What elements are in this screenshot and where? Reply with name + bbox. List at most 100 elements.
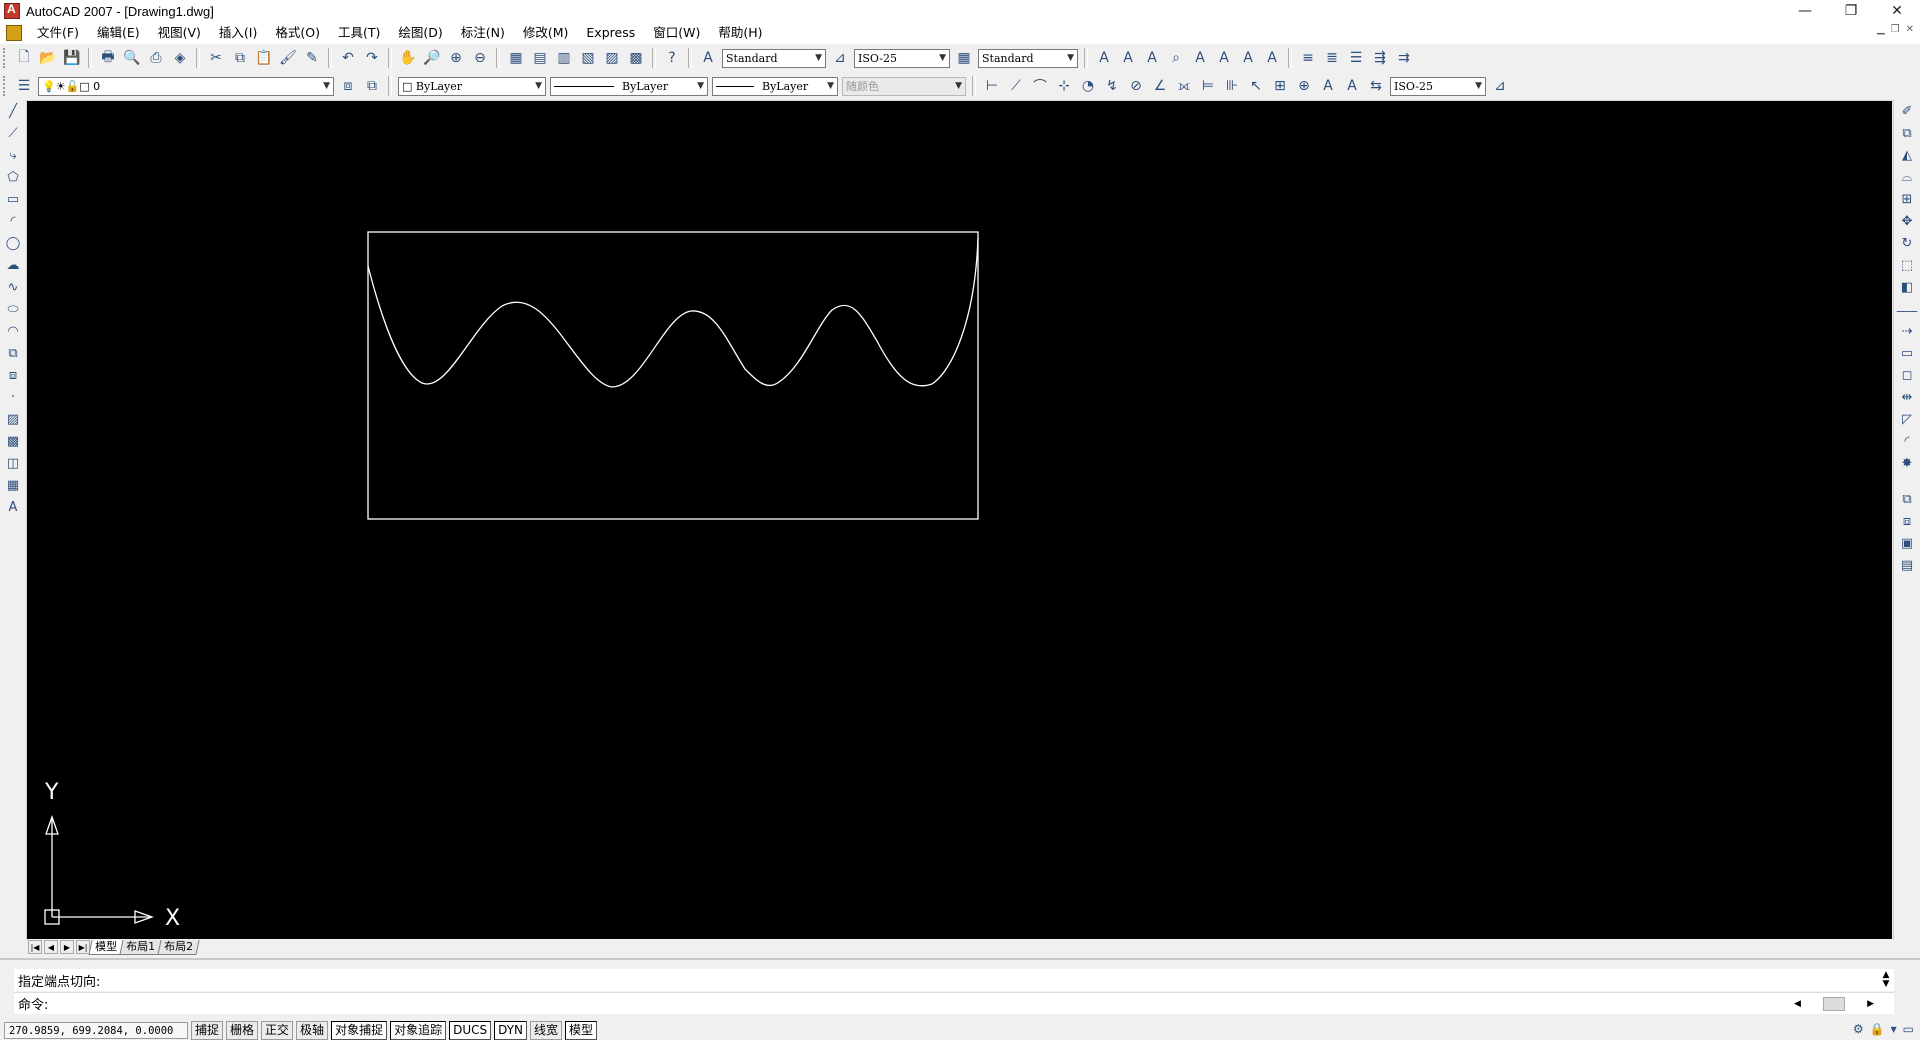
menu-window[interactable]: 窗口(W) — [644, 22, 709, 44]
prev-tab-icon[interactable]: ◀ — [44, 940, 58, 954]
hatch-icon[interactable]: ▨ — [2, 409, 24, 429]
erase-icon[interactable]: ✐ — [1896, 101, 1918, 121]
tab-model[interactable]: 模型 — [88, 939, 124, 955]
scale-text-icon[interactable]: A — [1213, 47, 1235, 69]
toggle-grid[interactable]: 栅格 — [226, 1020, 259, 1040]
multiline-text-icon[interactable]: A — [2, 497, 24, 517]
aligned-dim-icon[interactable]: ⟋ — [1005, 75, 1027, 97]
spell-icon[interactable]: A — [1189, 47, 1211, 69]
drawing-canvas[interactable]: Y X — [27, 101, 1892, 939]
menu-edit[interactable]: 编辑(E) — [88, 22, 149, 44]
undo-icon[interactable]: ↶ — [337, 47, 359, 69]
layer-prev-icon[interactable]: ≣ — [1321, 47, 1343, 69]
open-file-icon[interactable]: 📂 — [37, 47, 59, 69]
leader-icon[interactable]: ↖ — [1245, 75, 1267, 97]
document-icon[interactable] — [6, 25, 22, 41]
pan-icon[interactable]: ✋ — [397, 47, 419, 69]
layer-states-icon[interactable]: ≡ — [1297, 47, 1319, 69]
scroll-left-icon[interactable]: ◀ — [1794, 999, 1801, 1009]
justify-text-icon[interactable]: A — [1237, 47, 1259, 69]
plot-icon[interactable]: 🖶 — [97, 47, 119, 69]
menu-format[interactable]: 格式(O) — [266, 22, 329, 44]
layer-merge-icon[interactable]: ⇉ — [1393, 47, 1415, 69]
gradient-icon[interactable]: ▩ — [2, 431, 24, 451]
drawn-rectangle[interactable] — [367, 231, 979, 520]
ordinate-icon[interactable]: ⊹ — [1053, 75, 1075, 97]
extend-icon[interactable]: ⇢ — [1896, 321, 1918, 341]
tray-menu-icon[interactable]: ▾ — [1891, 1022, 1897, 1036]
new-file-icon[interactable]: 🗋 — [13, 47, 35, 69]
dim-update-icon[interactable]: ⇆ — [1365, 75, 1387, 97]
menu-insert[interactable]: 插入(I) — [210, 22, 266, 44]
point-icon[interactable]: · — [2, 387, 24, 407]
toggle-otrack[interactable]: 对象追踪 — [390, 1020, 447, 1040]
scale-icon[interactable]: ⬚ — [1896, 255, 1918, 275]
command-scrollbar[interactable]: ▲ ▼ — [1878, 969, 1894, 991]
dim-edit-icon[interactable]: A — [1317, 75, 1339, 97]
menu-help[interactable]: 帮助(H) — [709, 22, 771, 44]
save-icon[interactable]: 💾 — [61, 47, 83, 69]
text-icon[interactable]: A — [1093, 47, 1115, 69]
insert-block-icon[interactable]: ⧉ — [2, 343, 24, 363]
copy-object-icon[interactable]: ⧉ — [1896, 123, 1918, 143]
toggle-snap[interactable]: 捕捉 — [191, 1020, 224, 1040]
drawn-spline[interactable] — [367, 237, 979, 388]
layer-previous-icon[interactable]: ⧉ — [361, 75, 383, 97]
join-icon[interactable]: ⇹ — [1896, 387, 1918, 407]
array-icon[interactable]: ⊞ — [1896, 189, 1918, 209]
arc-length-icon[interactable]: ⌒ — [1029, 75, 1051, 97]
break-at-point-icon[interactable]: ▭ — [1896, 343, 1918, 363]
toggle-osnap[interactable]: 对象捕捉 — [331, 1020, 388, 1040]
zoom-previous-icon[interactable]: ⊖ — [469, 47, 491, 69]
toggle-ducs[interactable]: DUCS — [449, 1020, 492, 1040]
toggle-polar[interactable]: 极轴 — [296, 1020, 329, 1040]
break-icon[interactable]: ◻ — [1896, 365, 1918, 385]
ellipse-arc-icon[interactable]: ◠ — [2, 321, 24, 341]
menu-dimension[interactable]: 标注(N) — [452, 22, 514, 44]
next-tab-icon[interactable]: ▶ — [60, 940, 74, 954]
lock-icon[interactable]: 🔒 — [1870, 1022, 1885, 1036]
menu-tools[interactable]: 工具(T) — [329, 22, 389, 44]
tab-layout2[interactable]: 布局2 — [157, 939, 200, 955]
quick-dim-icon[interactable]: ⟗ — [1173, 75, 1195, 97]
design-center-icon[interactable]: ▤ — [529, 47, 551, 69]
toolbar-grip[interactable] — [3, 48, 9, 68]
sheet-set-icon[interactable]: ▧ — [577, 47, 599, 69]
lineweight-combo[interactable]: ByLayer ▼ — [712, 76, 838, 96]
match-properties-icon[interactable]: 🖌 — [277, 47, 299, 69]
toggle-ortho[interactable]: 正交 — [261, 1020, 294, 1040]
3d-dwf-icon[interactable]: ◈ — [169, 47, 191, 69]
find-icon[interactable]: ⌕ — [1165, 47, 1187, 69]
jogged-dim-icon[interactable]: ↯ — [1101, 75, 1123, 97]
command-input-line[interactable]: 命令: ◀ ▶ — [14, 992, 1894, 1014]
block-editor-icon[interactable]: ✎ — [301, 47, 323, 69]
layer-walk-icon[interactable]: ⇶ — [1369, 47, 1391, 69]
table-style-combo[interactable]: Standard ▼ — [978, 48, 1078, 68]
construction-line-icon[interactable]: ⟋ — [2, 123, 24, 143]
fillet-icon[interactable]: ◜ — [1896, 431, 1918, 451]
diameter-dim-icon[interactable]: ⊘ — [1125, 75, 1147, 97]
menu-view[interactable]: 视图(V) — [149, 22, 210, 44]
doc-restore-icon[interactable]: ❐ — [1891, 24, 1900, 35]
communication-center-icon[interactable]: ⚙ — [1853, 1022, 1864, 1036]
doc-minimize-icon[interactable]: ▁ — [1877, 24, 1885, 35]
menu-file[interactable]: 文件(F) — [28, 22, 88, 44]
dim-style-combo[interactable]: ISO-25 ▼ — [854, 48, 950, 68]
edit-text-icon[interactable]: A — [1141, 47, 1163, 69]
rotate-icon[interactable]: ↻ — [1896, 233, 1918, 253]
minimize-button[interactable]: — — [1782, 0, 1828, 22]
toggle-dyn[interactable]: DYN — [494, 1020, 528, 1040]
explode-icon[interactable]: ✸ — [1896, 453, 1918, 473]
help-icon[interactable]: ? — [661, 47, 683, 69]
menu-draw[interactable]: 绘图(D) — [389, 22, 451, 44]
table-icon[interactable]: ▦ — [2, 475, 24, 495]
command-hscrollbar[interactable]: ◀ ▶ — [1794, 997, 1874, 1011]
draw-order-front-icon[interactable]: ⧉ — [1896, 489, 1918, 509]
arc-icon[interactable]: ◜ — [2, 211, 24, 231]
baseline-dim-icon[interactable]: ⊨ — [1197, 75, 1219, 97]
text-conv-icon[interactable]: A — [1261, 47, 1283, 69]
restore-button[interactable]: ❐ — [1828, 0, 1874, 22]
circle-icon[interactable]: ◯ — [2, 233, 24, 253]
revision-cloud-icon[interactable]: ☁ — [2, 255, 24, 275]
make-block-icon[interactable]: ⧈ — [2, 365, 24, 385]
